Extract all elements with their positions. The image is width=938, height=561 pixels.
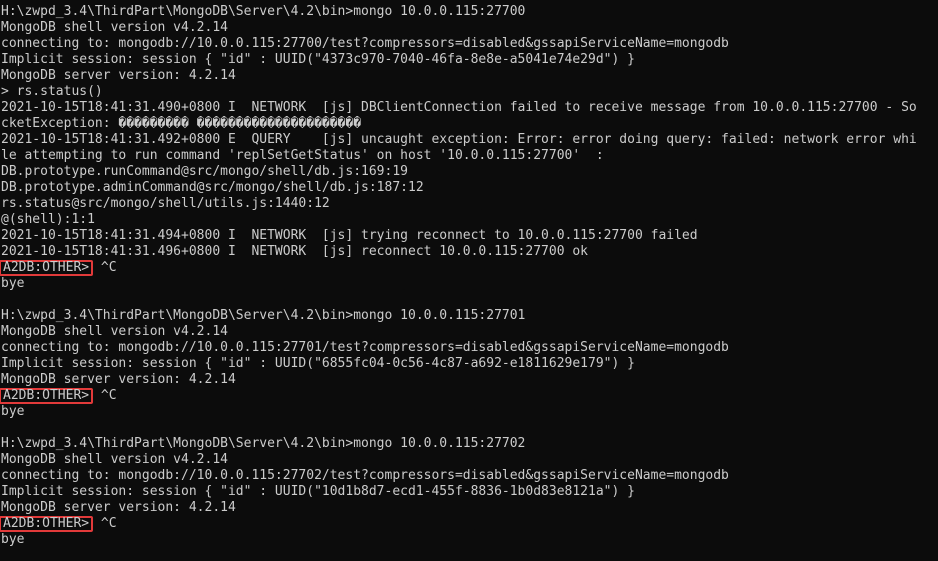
console-line: connecting to: mongodb://10.0.0.115:2770… xyxy=(1,36,729,51)
console-line: 2021-10-15T18:41:31.494+0800 I NETWORK [… xyxy=(1,228,698,243)
session-block: H:\zwpd_3.4\ThirdPart\MongoDB\Server\4.2… xyxy=(0,308,938,420)
prompt-line: A2DB:OTHER> ^C xyxy=(0,260,938,276)
exit-message: bye xyxy=(1,276,25,291)
highlighted-prompt: A2DB:OTHER> xyxy=(0,388,94,404)
console-line: le attempting to run command 'replSetGet… xyxy=(1,148,604,163)
typed-input: ^C xyxy=(93,260,117,275)
prompt-line: A2DB:OTHER> ^C xyxy=(0,516,938,532)
console-line: MongoDB shell version v4.2.14 xyxy=(1,452,228,467)
console-line: Implicit session: session { "id" : UUID(… xyxy=(1,52,635,67)
console-line: DB.prototype.adminCommand@src/mongo/shel… xyxy=(1,180,424,195)
console-line: H:\zwpd_3.4\ThirdPart\MongoDB\Server\4.2… xyxy=(1,4,526,19)
console-line: H:\zwpd_3.4\ThirdPart\MongoDB\Server\4.2… xyxy=(1,308,526,323)
exit-message: bye xyxy=(1,532,25,547)
console-line: MongoDB server version: 4.2.14 xyxy=(1,372,236,387)
console-window[interactable]: H:\zwpd_3.4\ThirdPart\MongoDB\Server\4.2… xyxy=(0,0,938,561)
console-line: MongoDB server version: 4.2.14 xyxy=(1,500,236,515)
console-line: connecting to: mongodb://10.0.0.115:2770… xyxy=(1,340,729,355)
console-line: > rs.status() xyxy=(1,84,103,99)
console-line: cketException: ��������� ���������������… xyxy=(1,116,362,131)
console-line: MongoDB server version: 4.2.14 xyxy=(1,68,236,83)
console-line: H:\zwpd_3.4\ThirdPart\MongoDB\Server\4.2… xyxy=(1,436,526,451)
prompt-line: A2DB:OTHER> ^C xyxy=(0,388,938,404)
console-line: connecting to: mongodb://10.0.0.115:2770… xyxy=(1,468,729,483)
console-line: DB.prototype.runCommand@src/mongo/shell/… xyxy=(1,164,408,179)
console-line: 2021-10-15T18:41:31.496+0800 I NETWORK [… xyxy=(1,244,588,259)
console-line: MongoDB shell version v4.2.14 xyxy=(1,20,228,35)
console-line: Implicit session: session { "id" : UUID(… xyxy=(1,356,635,371)
session-block: H:\zwpd_3.4\ThirdPart\MongoDB\Server\4.2… xyxy=(0,436,938,548)
session-block: H:\zwpd_3.4\ThirdPart\MongoDB\Server\4.2… xyxy=(0,4,938,292)
console-line: Implicit session: session { "id" : UUID(… xyxy=(1,484,635,499)
highlighted-prompt: A2DB:OTHER> xyxy=(0,516,94,532)
console-line: 2021-10-15T18:41:31.492+0800 E QUERY [js… xyxy=(1,132,917,147)
console-line: rs.status@src/mongo/shell/utils.js:1440:… xyxy=(1,196,330,211)
console-line: @(shell):1:1 xyxy=(1,212,95,227)
typed-input: ^C xyxy=(93,388,117,403)
console-line: MongoDB shell version v4.2.14 xyxy=(1,324,228,339)
console-line: 2021-10-15T18:41:31.490+0800 I NETWORK [… xyxy=(1,100,917,115)
exit-message: bye xyxy=(1,404,25,419)
typed-input: ^C xyxy=(93,516,117,531)
highlighted-prompt: A2DB:OTHER> xyxy=(0,260,94,276)
